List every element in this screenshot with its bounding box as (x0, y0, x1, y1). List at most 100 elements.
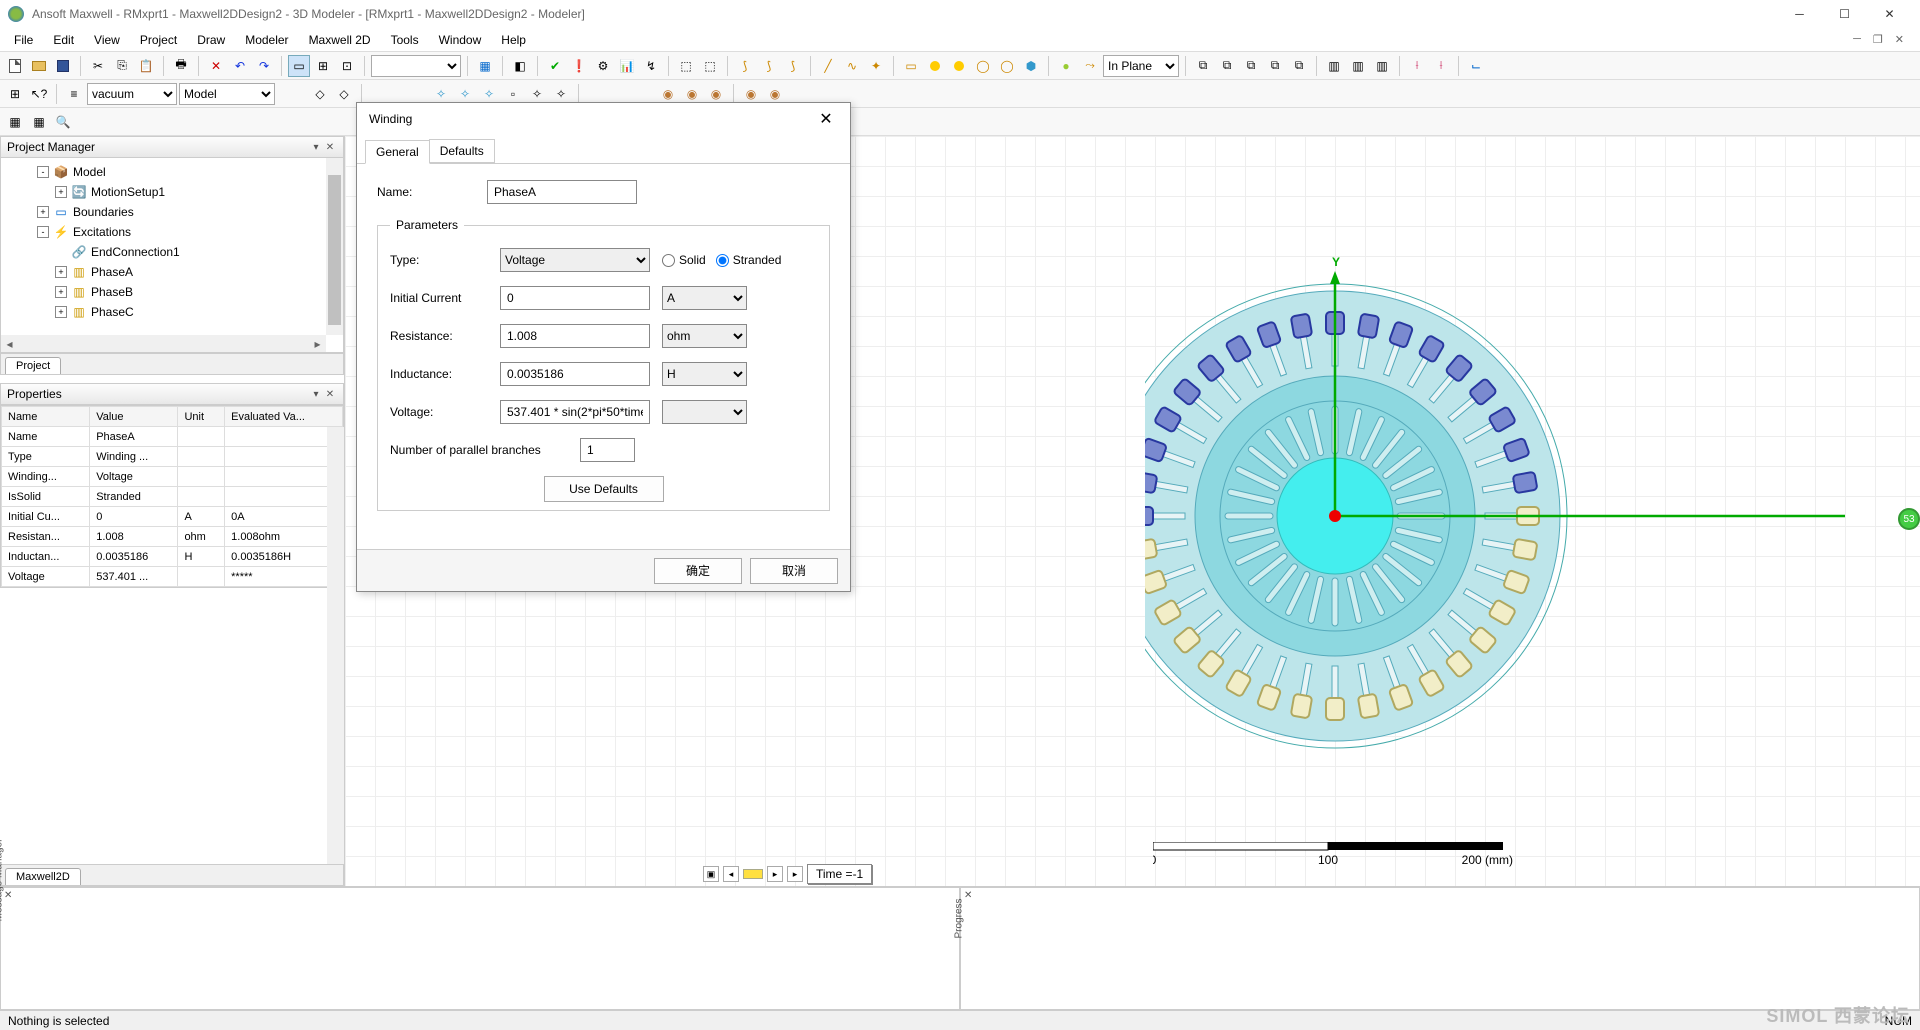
tree-item[interactable]: -📦Model (1, 162, 343, 182)
expand-icon[interactable]: + (37, 206, 49, 218)
view-combo[interactable]: Model (179, 83, 275, 105)
lib2-button[interactable]: ▦ (28, 111, 50, 133)
results-button[interactable]: 📊 (616, 55, 638, 77)
lib3-button[interactable]: 🔍 (52, 111, 74, 133)
new-button[interactable] (4, 55, 26, 77)
props-header[interactable]: Evaluated Va... (225, 407, 343, 427)
voltage-unit[interactable] (662, 400, 747, 424)
solve-button[interactable]: ⚙ (592, 55, 614, 77)
tool-c-button[interactable]: ⬚ (675, 55, 697, 77)
menu-draw[interactable]: Draw (187, 31, 235, 49)
menu-help[interactable]: Help (491, 31, 536, 49)
expand-icon[interactable]: + (55, 186, 67, 198)
tool-b-button[interactable]: ◧ (509, 55, 531, 77)
expand-icon[interactable]: - (37, 226, 49, 238)
resistance-input[interactable] (500, 324, 650, 348)
split-button[interactable]: ⧉ (1264, 55, 1286, 77)
tree-item[interactable]: +🔄MotionSetup1 (1, 182, 343, 202)
props-row[interactable]: Resistan...1.008ohm1.008ohm (2, 527, 343, 547)
rect-button[interactable]: ▭ (900, 55, 922, 77)
cut-button[interactable]: ✂ (87, 55, 109, 77)
line-button[interactable]: ╱ (817, 55, 839, 77)
cancel-button[interactable]: 取消 (750, 558, 838, 584)
mirror-button[interactable]: ▥ (1323, 55, 1345, 77)
imprint-button[interactable]: ⧉ (1288, 55, 1310, 77)
paste-button[interactable]: 📋 (135, 55, 157, 77)
expand-icon[interactable]: + (55, 306, 67, 318)
select-mode-button[interactable]: ▭ (288, 55, 310, 77)
message-manager-pane[interactable]: ✕ Message Manager (0, 887, 960, 1010)
menu-maxwell2d[interactable]: Maxwell 2D (299, 31, 381, 49)
prog-close-button[interactable]: ✕ (964, 890, 972, 901)
props-header[interactable]: Unit (178, 407, 225, 427)
props-row[interactable]: Winding...Voltage (2, 467, 343, 487)
tree-item[interactable]: +▥PhaseC (1, 302, 343, 322)
open-button[interactable] (28, 55, 50, 77)
tl-next-button[interactable]: ▸ (767, 866, 783, 882)
props-row[interactable]: IsSolidStranded (2, 487, 343, 507)
tl-marker[interactable] (743, 869, 763, 879)
redo-button[interactable]: ↷ (253, 55, 275, 77)
inductance-input[interactable] (500, 362, 650, 386)
subtract-button[interactable]: ⧉ (1216, 55, 1238, 77)
cs-button[interactable]: ⌙ (1465, 55, 1487, 77)
use-defaults-button[interactable]: Use Defaults (544, 476, 664, 502)
dialog-titlebar[interactable]: Winding ✕ (357, 103, 850, 135)
tree-item[interactable]: -⚡Excitations (1, 222, 343, 242)
minimize-button[interactable]: ─ (1777, 0, 1822, 28)
tl-prev-button[interactable]: ◂ (723, 866, 739, 882)
circle-button[interactable] (924, 55, 946, 77)
ok-button[interactable]: 确定 (654, 558, 742, 584)
close-button[interactable]: ✕ (1867, 0, 1912, 28)
tree-vscroll[interactable] (326, 158, 343, 335)
tree-item[interactable]: +▭Boundaries (1, 202, 343, 222)
lib1-button[interactable]: ▦ (4, 111, 26, 133)
mdi-close-button[interactable]: ✕ (1891, 33, 1908, 46)
expand-icon[interactable]: + (55, 266, 67, 278)
panel-close-button[interactable]: ✕ (323, 140, 337, 154)
tab-maxwell2d[interactable]: Maxwell2D (5, 868, 81, 885)
snap1b-button[interactable]: ◇ (333, 83, 355, 105)
array-button[interactable]: ▥ (1347, 55, 1369, 77)
undo-button[interactable]: ↶ (229, 55, 251, 77)
tool-d-button[interactable]: ⬚ (699, 55, 721, 77)
export-button[interactable]: ↯ (640, 55, 662, 77)
snap1-button[interactable]: ◇ (309, 83, 331, 105)
menu-modeler[interactable]: Modeler (235, 31, 298, 49)
props-close-button[interactable]: ✕ (323, 387, 337, 401)
branches-input[interactable] (580, 438, 635, 462)
tree-item[interactable]: +▥PhaseB (1, 282, 343, 302)
menu-view[interactable]: View (84, 31, 130, 49)
help-pointer-button[interactable]: ↖? (28, 83, 50, 105)
mdi-minimize-button[interactable]: ─ (1849, 33, 1865, 46)
maximize-button[interactable]: ☐ (1822, 0, 1867, 28)
menu-project[interactable]: Project (130, 31, 187, 49)
tab-defaults[interactable]: Defaults (429, 139, 495, 163)
expand-icon[interactable]: + (55, 286, 67, 298)
tl-first-button[interactable]: ▣ (703, 866, 719, 882)
voltage-input[interactable] (500, 400, 650, 424)
ellipse-button[interactable]: ◯ (972, 55, 994, 77)
point-button[interactable]: ✦ (865, 55, 887, 77)
intersect-button[interactable]: ⧉ (1240, 55, 1262, 77)
tree-hscroll[interactable]: ◂▸ (1, 335, 326, 352)
tab-general[interactable]: General (365, 140, 430, 164)
props-dropdown-button[interactable]: ▾ (309, 387, 323, 401)
initial-current-unit[interactable]: A (662, 286, 747, 310)
rotate-mode-button[interactable]: ⊡ (336, 55, 358, 77)
dup-button[interactable]: ▥ (1371, 55, 1393, 77)
copy-button[interactable]: ⎘ (111, 55, 133, 77)
sweep-button[interactable]: ⤳ (1079, 55, 1101, 77)
menu-edit[interactable]: Edit (43, 31, 84, 49)
arc3-button[interactable]: ⟆ (782, 55, 804, 77)
props-vscroll[interactable] (327, 427, 344, 864)
type-select[interactable]: Voltage (500, 248, 650, 272)
menu-tools[interactable]: Tools (381, 31, 429, 49)
tree-button[interactable]: ⊞ (4, 83, 26, 105)
inductance-unit[interactable]: H (662, 362, 747, 386)
tree-item[interactable]: 🔗EndConnection1 (1, 242, 343, 262)
progress-pane[interactable]: ✕ Progress (960, 887, 1920, 1010)
menu-file[interactable]: File (4, 31, 43, 49)
menu-window[interactable]: Window (429, 31, 492, 49)
expand-icon[interactable]: - (37, 166, 49, 178)
